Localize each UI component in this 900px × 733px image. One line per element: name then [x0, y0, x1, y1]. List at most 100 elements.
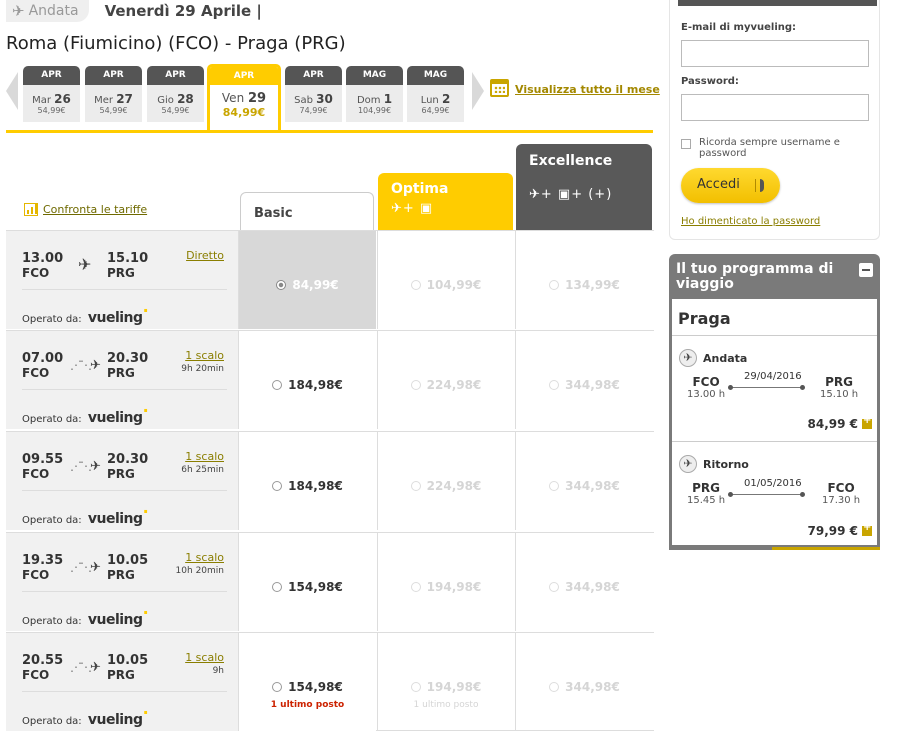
basic-price: 184,98€ [239, 378, 376, 392]
date-option[interactable]: APR Gio 28 54,99€ [147, 66, 204, 122]
stops-link[interactable]: 1 scalo [185, 551, 224, 564]
divider [22, 389, 227, 390]
remember-checkbox[interactable] [681, 139, 691, 149]
date-price: 74,99€ [299, 106, 328, 115]
seat-note: 1 ultimo posto [270, 700, 345, 710]
date-option[interactable]: MAG Dom 1 104,99€ [346, 66, 403, 122]
date-option[interactable]: APR Mer 27 54,99€ [85, 66, 142, 122]
arrow-right-icon [755, 179, 764, 192]
excellence-price-value: 344,98€ [565, 479, 620, 493]
arrival: 20.30 PRG [107, 351, 148, 381]
outbound-label: Andata [703, 352, 748, 365]
fare-cell-optima[interactable]: 224,98€ [377, 432, 514, 530]
fare-cell-basic[interactable]: 184,98€ [238, 331, 376, 429]
outbound-price: 84,99 € [808, 415, 872, 431]
date-number: 1 [383, 92, 393, 106]
date-strip-underline [6, 130, 653, 133]
date-option[interactable]: MAG Lun 2 64,99€ [407, 66, 464, 122]
vueling-logo: vueling [88, 511, 148, 527]
route-title: Roma (Fiumicino) (FCO) - Praga (PRG) [6, 33, 346, 54]
date-weekday: Gio [157, 95, 174, 106]
stops-link[interactable]: 1 scalo [185, 651, 224, 664]
stops-link[interactable]: 1 scalo [185, 349, 224, 362]
direct-plane-icon: ✈ [78, 255, 92, 274]
optima-radio[interactable] [410, 280, 421, 290]
divider [672, 441, 877, 442]
date-number: 28 [177, 92, 194, 106]
operated-by-label: Operato da: [22, 314, 82, 325]
stops-link[interactable]: Diretto [186, 249, 224, 262]
collapse-icon[interactable] [859, 263, 873, 277]
excellence-radio[interactable] [549, 280, 560, 290]
departure-time: 09.55 [22, 452, 64, 467]
date-day: Mar 26 [23, 92, 80, 106]
trip-summary-panel: Il tuo programma di viaggio Praga ✈ Anda… [669, 254, 880, 550]
compare-fares-link[interactable]: Confronta le tariffe [24, 203, 147, 216]
date-option[interactable]: APR Mar 26 54,99€ [23, 66, 80, 122]
next-dates-arrow[interactable] [472, 72, 484, 110]
calendar-icon[interactable] [490, 79, 509, 97]
fare-cell-excellence[interactable]: 134,99€ [515, 231, 653, 329]
fare-cell-optima[interactable]: 194,98€ [377, 533, 514, 631]
view-month-link[interactable]: Visualizza tutto il mese [515, 83, 660, 96]
date-option[interactable]: APR Sab 30 74,99€ [285, 66, 342, 122]
vueling-logo: vueling [88, 712, 148, 728]
prev-dates-arrow[interactable] [6, 72, 18, 110]
optima-radio[interactable] [410, 682, 421, 692]
seat-baggage-icon: ✈+ ▣ [391, 201, 434, 216]
connection-icon: ⋰⋱✈ [70, 660, 101, 675]
basic-price-value: 154,98€ [288, 680, 343, 694]
date-month: APR [85, 66, 142, 85]
fare-cell-basic[interactable]: 184,98€ [238, 432, 376, 530]
stops-link[interactable]: 1 scalo [185, 450, 224, 463]
fare-cell-excellence[interactable]: 344,98€ [515, 331, 653, 429]
optima-radio[interactable] [410, 582, 421, 592]
journey-header: ✈ Andata Venerdì 29 Aprile | [6, 0, 262, 22]
date-price: 84,99€ [222, 106, 266, 119]
connection-icon: ⋰⋱✈ [70, 358, 101, 373]
fare-cell-basic[interactable]: 154,98€ [238, 533, 376, 631]
forgot-password-link[interactable]: Ho dimenticato la password [681, 216, 820, 227]
excellence-radio[interactable] [549, 582, 560, 592]
basic-radio[interactable] [272, 582, 283, 592]
fare-cell-excellence[interactable]: 344,98€ [515, 633, 653, 731]
excellence-radio[interactable] [549, 380, 560, 390]
date-weekday: Lun [420, 95, 439, 106]
basic-radio[interactable] [276, 280, 287, 290]
arrival-airport: PRG [107, 266, 135, 280]
optima-price-value: 224,98€ [426, 378, 482, 392]
optima-price: 224,98€ [378, 479, 514, 493]
date-number: 2 [441, 92, 451, 106]
login-button[interactable]: Accedi [681, 168, 780, 203]
fare-header-optima: Optima ✈+ ▣ [378, 173, 513, 230]
operated-by: Operato da: vueling [22, 709, 148, 728]
plus-icon[interactable] [862, 415, 872, 429]
excellence-price: 344,98€ [516, 378, 653, 392]
optima-radio[interactable] [410, 481, 421, 491]
flight-row: 19.35 FCO ⋰⋱✈ 10.05 PRG 1 scalo 10h 20min Opera… [6, 532, 654, 631]
plus-icon[interactable] [862, 522, 872, 536]
basic-radio[interactable] [272, 380, 283, 390]
fare-cell-optima[interactable]: 104,99€ [377, 231, 514, 329]
basic-radio[interactable] [272, 682, 283, 692]
excellence-radio[interactable] [549, 682, 560, 692]
operated-by: Operato da: vueling [22, 307, 148, 326]
fare-cell-excellence[interactable]: 344,98€ [515, 533, 653, 631]
fare-cell-excellence[interactable]: 344,98€ [515, 432, 653, 530]
excellence-radio[interactable] [549, 481, 560, 491]
date-option-selected[interactable]: APR Ven 29 84,99€ [207, 64, 281, 132]
fare-cell-basic[interactable]: 154,98€ 1 ultimo posto [238, 633, 376, 731]
email-field[interactable] [681, 40, 869, 67]
fare-cell-optima[interactable]: 224,98€ [377, 331, 514, 429]
optima-price: 104,99€ [378, 278, 514, 292]
password-field[interactable] [681, 94, 869, 121]
seat-baggage-flex-icon: ✈+ ▣+ (+) [529, 187, 613, 202]
basic-price: 154,98€ [239, 580, 376, 594]
andata-tab[interactable]: ✈ Andata [6, 0, 89, 22]
fare-cell-optima[interactable]: 194,98€ 1 ultimo posto [377, 633, 514, 731]
fare-cell-basic[interactable]: 84,99€ [238, 231, 376, 329]
optima-radio[interactable] [410, 380, 421, 390]
basic-label: Basic [254, 206, 293, 221]
basic-radio[interactable] [272, 481, 283, 491]
departure: 09.55 FCO [22, 452, 63, 482]
